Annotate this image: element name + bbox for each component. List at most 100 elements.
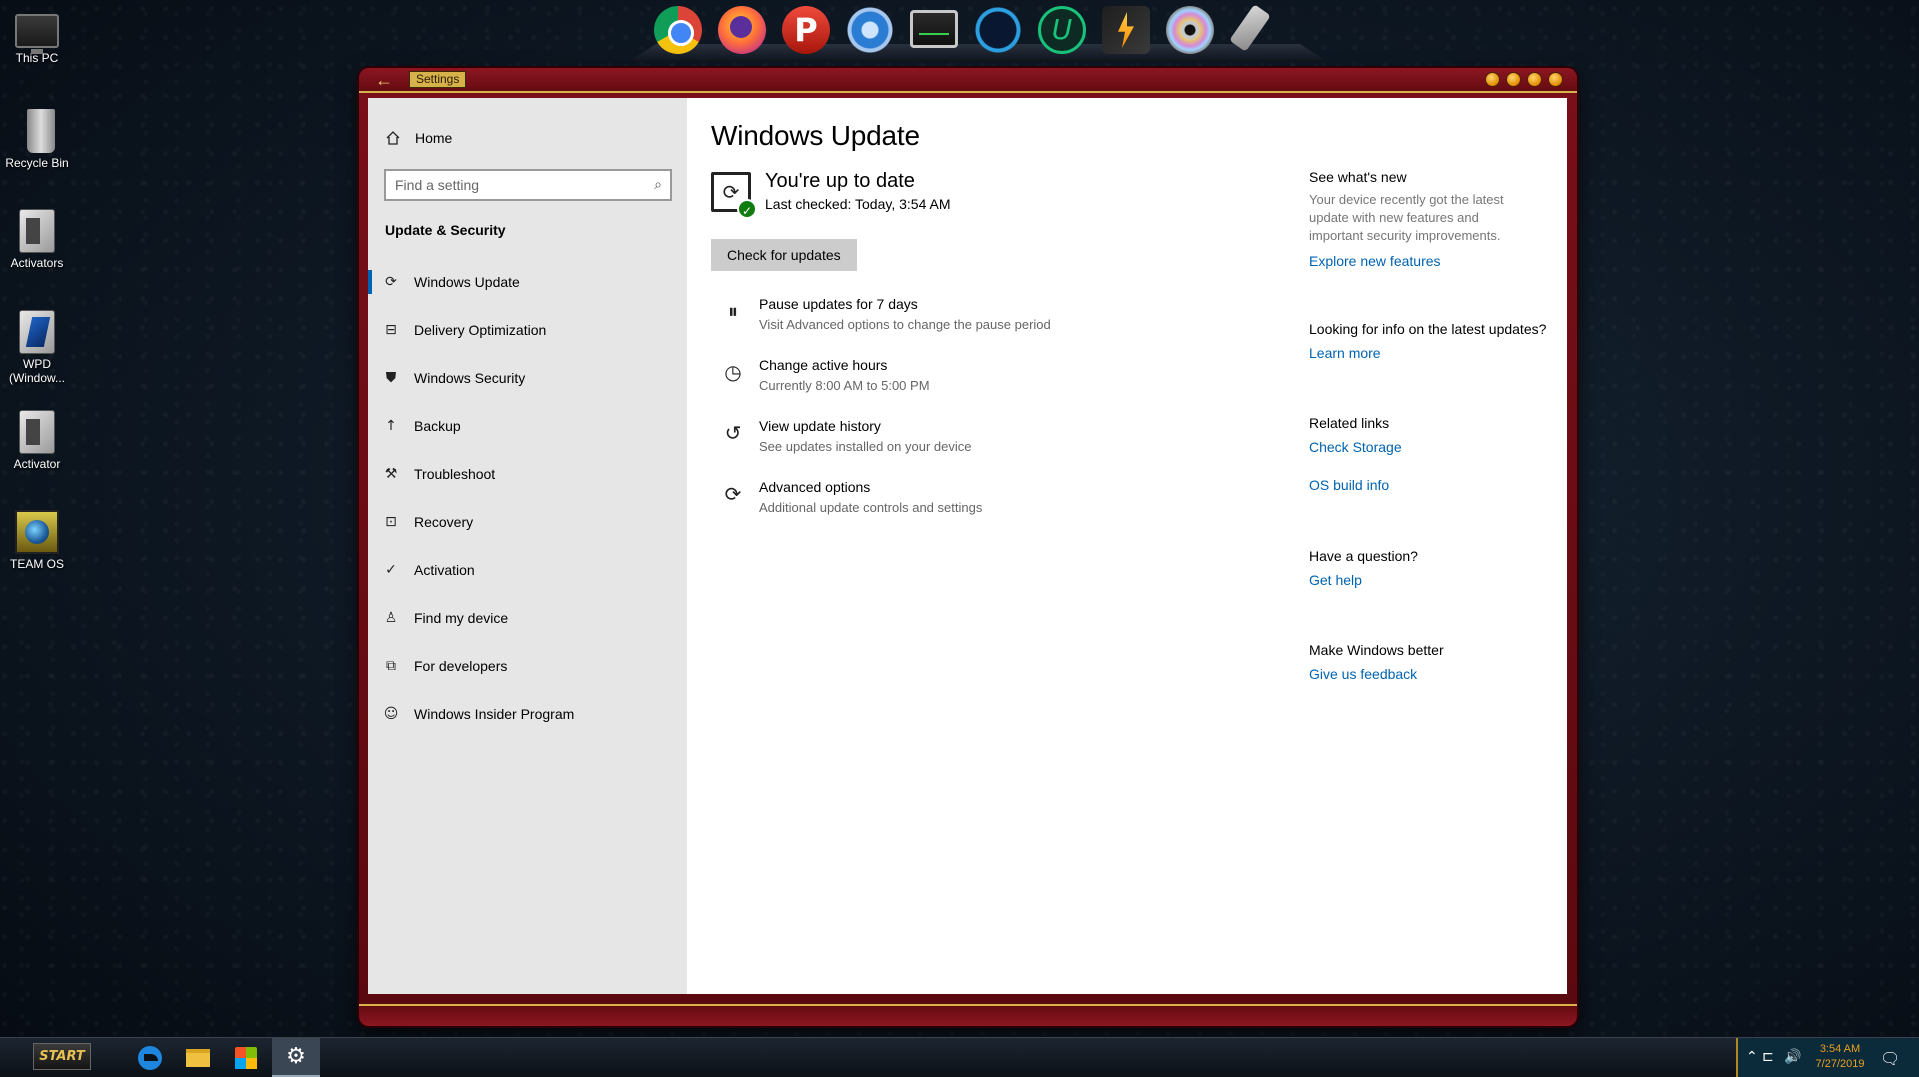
desktop-icon-wpd[interactable]: WPD (Window... <box>4 310 70 385</box>
network-icon[interactable]: ⊏ <box>1762 1049 1774 1065</box>
insider-cat-icon: ☺ <box>383 706 399 722</box>
learn-more-link[interactable]: Learn more <box>1309 345 1567 361</box>
home-label: Home <box>415 130 453 146</box>
sidebar-item-delivery-optimization[interactable]: ⊟ Delivery Optimization <box>368 306 687 354</box>
notifications-icon[interactable]: 🗨 <box>1880 1049 1900 1068</box>
pause-icon: ⏸ <box>728 299 738 323</box>
explore-new-features-link[interactable]: Explore new features <box>1309 253 1567 269</box>
edge-icon <box>138 1046 162 1070</box>
rail-latest-updates: Looking for info on the latest updates? … <box>1309 321 1567 361</box>
os-build-info-link[interactable]: OS build info <box>1309 477 1567 493</box>
sidebar-item-label: Recovery <box>414 514 474 530</box>
settings-window: ← Settings Home ⌕ <box>359 68 1577 1026</box>
sidebar-item-windows-update[interactable]: ⟳ Windows Update <box>368 258 687 306</box>
taskbar-file-explorer[interactable] <box>174 1038 222 1077</box>
desktop-icon-this-pc[interactable]: This PC <box>4 8 70 65</box>
sidebar-item-label: Backup <box>414 418 461 434</box>
dots-app-icon[interactable] <box>974 6 1022 54</box>
desktop-icon-recycle-bin[interactable]: Recycle Bin <box>4 109 70 170</box>
restore-button[interactable] <box>1527 72 1542 87</box>
status-headline: You're up to date <box>765 170 915 192</box>
sidebar-item-troubleshoot[interactable]: ⚒ Troubleshoot <box>368 450 687 498</box>
desktop-icon-label: Activators <box>10 256 64 270</box>
desktop-icon-label: Recycle Bin <box>5 156 69 170</box>
option-title: View update history <box>759 418 881 434</box>
volume-icon[interactable]: 🔊 <box>1784 1049 1801 1065</box>
sidebar-item-windows-security[interactable]: ⛊ Windows Security <box>368 354 687 402</box>
sidebar-item-activation[interactable]: ✓ Activation <box>368 546 687 594</box>
search-input[interactable] <box>386 171 646 199</box>
computer-icon <box>15 14 59 54</box>
option-title: Advanced options <box>759 479 871 495</box>
window-title: Settings <box>409 71 467 88</box>
u-app-icon[interactable]: U <box>1038 6 1086 54</box>
advanced-sync-icon: ⟳ <box>724 482 742 506</box>
option-change-active-hours[interactable]: ◷ Change active hours Currently 8:00 AM … <box>721 357 1051 418</box>
taskbar-store[interactable] <box>222 1038 270 1077</box>
option-subtitle: See updates installed on your device <box>759 439 972 454</box>
bolt-app-icon[interactable] <box>1102 6 1150 54</box>
system-monitor-icon[interactable] <box>910 10 958 48</box>
option-title: Change active hours <box>759 357 888 373</box>
window-bottom-bar <box>359 1004 1577 1026</box>
sidebar-home[interactable]: Home <box>385 130 452 146</box>
success-check-icon: ✓ <box>737 199 757 219</box>
sidebar-item-label: Windows Insider Program <box>414 706 575 722</box>
rail-related-links: Related links Check Storage OS build inf… <box>1309 415 1567 493</box>
desktop: This PC Recycle Bin Activators WPD (Wind… <box>0 0 1919 1037</box>
option-subtitle: Currently 8:00 AM to 5:00 PM <box>759 378 930 393</box>
sidebar-item-label: Delivery Optimization <box>414 322 547 338</box>
show-hidden-icons-chevron-icon[interactable]: ⌃ <box>1746 1049 1758 1065</box>
history-icon: ↺ <box>724 421 742 445</box>
desktop-icon-label: WPD (Window... <box>8 357 65 385</box>
settings-gear-icon[interactable] <box>846 6 894 54</box>
last-checked-text: Last checked: Today, 3:54 AM <box>765 196 951 212</box>
option-pause-updates[interactable]: ⏸ Pause updates for 7 days Visit Advance… <box>721 296 1051 357</box>
file-explorer-icon <box>186 1049 210 1067</box>
taskbar-clock[interactable]: 3:54 AM 7/27/2019 <box>1812 1042 1868 1072</box>
firefox-icon[interactable] <box>718 6 766 54</box>
desktop-icon-team-os[interactable]: TEAM OS <box>4 510 70 571</box>
taskbar-edge[interactable] <box>126 1038 174 1077</box>
rail-heading: Related links <box>1309 415 1390 431</box>
sidebar-item-backup[interactable]: ↑ Backup <box>368 402 687 450</box>
search-icon[interactable]: ⌕ <box>646 177 670 193</box>
minimize-button[interactable] <box>1485 72 1500 87</box>
start-button[interactable]: START <box>33 1043 91 1070</box>
title-bar[interactable]: ← Settings <box>359 68 1577 93</box>
sidebar-item-recovery[interactable]: ⊡ Recovery <box>368 498 687 546</box>
desktop-icon-label: Activator <box>13 457 61 471</box>
close-button[interactable] <box>1548 72 1563 87</box>
check-storage-link[interactable]: Check Storage <box>1309 439 1567 455</box>
disc-icon[interactable] <box>1166 6 1214 54</box>
option-advanced-options[interactable]: ⟳ Advanced options Additional update con… <box>721 479 1051 540</box>
maximize-button[interactable] <box>1506 72 1521 87</box>
desktop-icon-activator[interactable]: Activator <box>4 410 70 471</box>
give-feedback-link[interactable]: Give us feedback <box>1309 666 1567 682</box>
check-for-updates-button[interactable]: Check for updates <box>711 239 857 271</box>
recycle-bin-icon <box>27 109 55 153</box>
option-view-update-history[interactable]: ↺ View update history See updates instal… <box>721 418 1051 479</box>
taskbar-settings[interactable]: ⚙ <box>272 1038 320 1077</box>
sidebar: Home ⌕ Update & Security ⟳ Windows Updat… <box>368 98 687 994</box>
psiphon-letter: P <box>794 11 818 49</box>
home-icon <box>385 130 401 146</box>
sidebar-item-find-my-device[interactable]: ♙ Find my device <box>368 594 687 642</box>
get-help-link[interactable]: Get help <box>1309 572 1567 588</box>
back-arrow-icon[interactable]: ← <box>369 69 399 91</box>
desktop-icon-activators[interactable]: Activators <box>4 209 70 270</box>
chrome-icon[interactable] <box>654 6 702 54</box>
developer-tools-icon: ⧉ <box>386 658 396 674</box>
sidebar-item-for-developers[interactable]: ⧉ For developers <box>368 642 687 690</box>
delivery-optimization-icon: ⊟ <box>385 322 397 338</box>
clock-date: 7/27/2019 <box>1815 1058 1865 1070</box>
update-status: ⟳ ✓ You're up to date Last checked: Toda… <box>711 170 951 219</box>
option-subtitle: Visit Advanced options to change the pau… <box>759 317 1051 332</box>
search-box[interactable]: ⌕ <box>384 169 672 201</box>
sidebar-item-windows-insider[interactable]: ☺ Windows Insider Program <box>368 690 687 738</box>
sidebar-item-label: Find my device <box>414 610 509 626</box>
main-content: Windows Update ⟳ ✓ You're up to date Las… <box>687 98 1567 994</box>
folder-icon <box>19 209 55 253</box>
rail-heading: See what's new <box>1309 169 1407 185</box>
psiphon-icon[interactable]: P <box>782 6 830 54</box>
